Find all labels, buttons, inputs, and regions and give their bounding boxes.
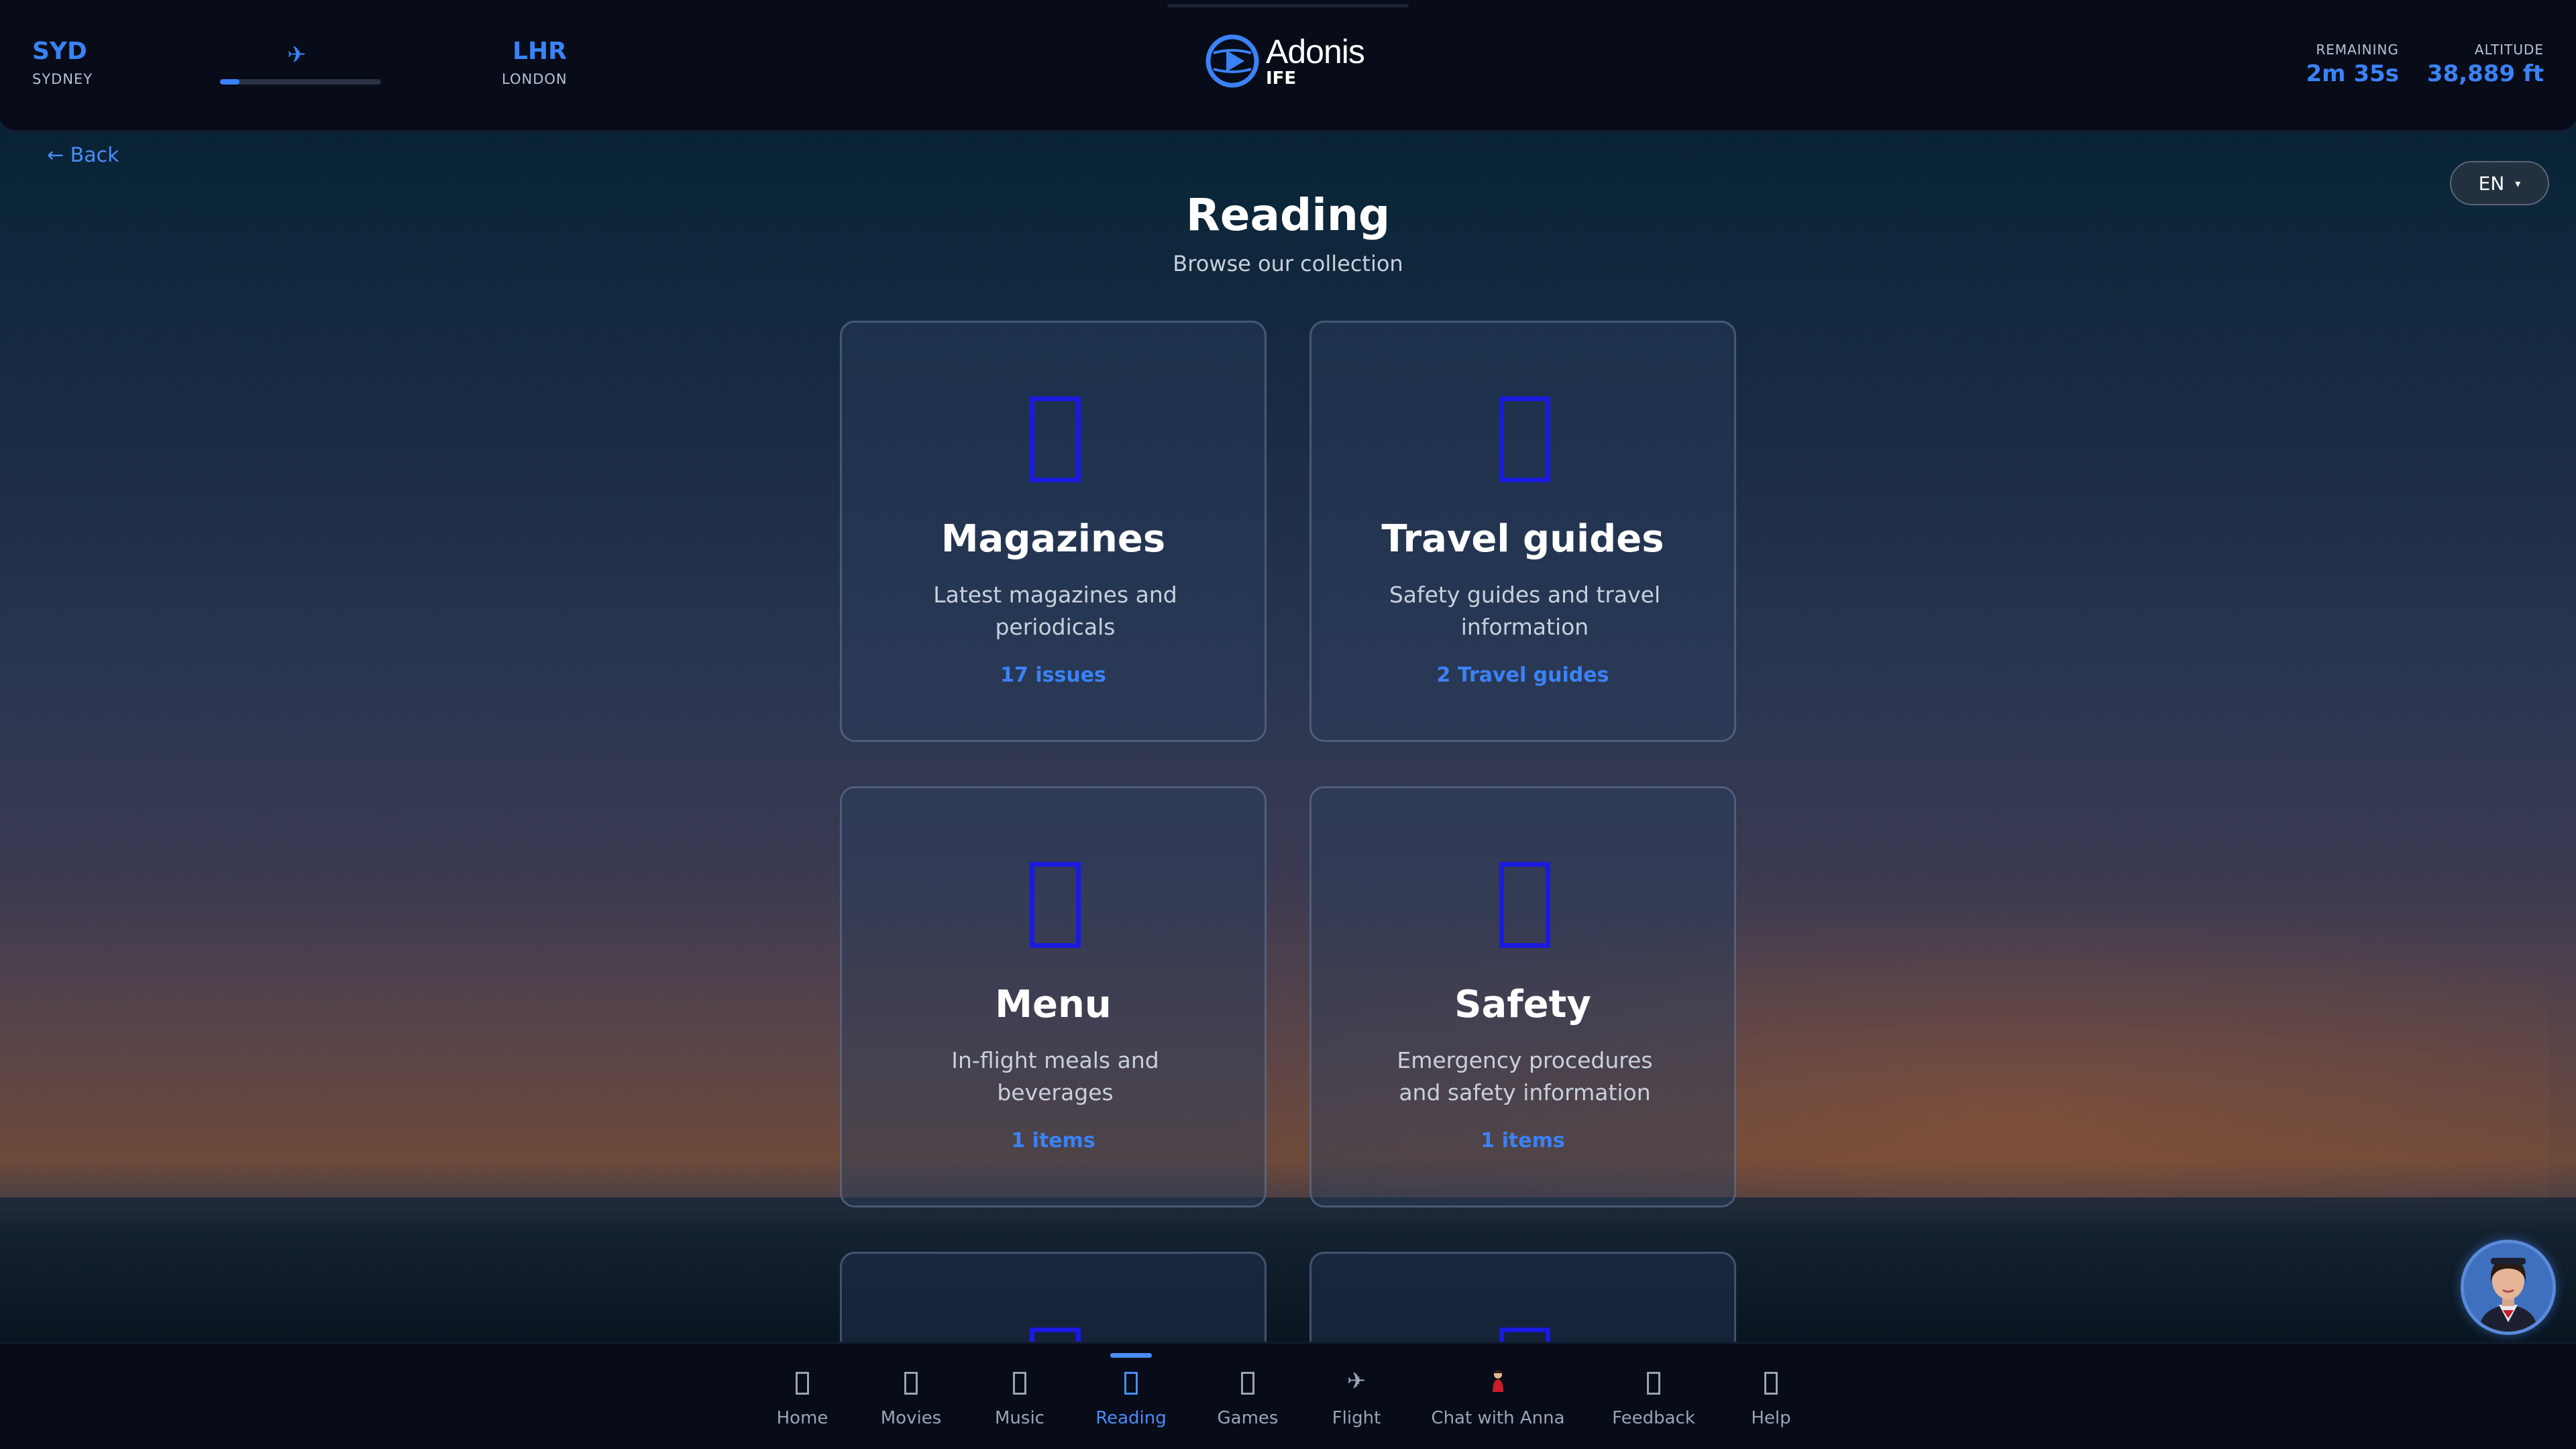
bottom-navigation: Home Movies Music Reading Games ✈ Flight…	[0, 1342, 2576, 1449]
logo-play-icon	[1205, 34, 1259, 88]
nav-label: Games	[1217, 1408, 1279, 1428]
nav-label: Chat with Anna	[1431, 1408, 1565, 1428]
travel-guide-icon	[1499, 396, 1550, 482]
card-description: Latest magazines and periodicals	[933, 582, 1177, 640]
category-card-menu[interactable]: Menu In-flight meals and beverages 1 ite…	[840, 786, 1267, 1208]
category-card-magazines[interactable]: Magazines Latest magazines and periodica…	[840, 321, 1267, 742]
chat-assistant-avatar-button[interactable]	[2461, 1240, 2556, 1335]
logo-sub: IFE	[1266, 68, 1297, 89]
remaining-value: 2m 35s	[2306, 60, 2399, 87]
card-title: Magazines	[941, 517, 1166, 561]
card-title: Safety	[1454, 983, 1591, 1026]
nav-label: Flight	[1332, 1408, 1381, 1428]
home-icon	[796, 1372, 809, 1395]
menu-icon	[1030, 862, 1081, 948]
page-subtitle: Browse our collection	[1173, 251, 1403, 276]
nav-item-flight[interactable]: ✈ Flight	[1316, 1344, 1397, 1449]
nav-label: Feedback	[1612, 1408, 1695, 1428]
feedback-icon	[1647, 1372, 1660, 1395]
safety-icon	[1499, 862, 1550, 948]
movies-icon	[904, 1372, 918, 1395]
music-icon	[1013, 1372, 1026, 1395]
nav-label: Movies	[880, 1408, 942, 1428]
games-icon	[1241, 1372, 1254, 1395]
page-title: Reading	[1185, 189, 1391, 241]
origin-code: SYD	[32, 38, 87, 65]
card-count: 2 Travel guides	[1436, 663, 1609, 687]
nav-item-help[interactable]: Help	[1731, 1344, 1811, 1449]
magazine-icon	[1030, 396, 1081, 482]
card-title: Travel guides	[1381, 517, 1664, 561]
card-title: Menu	[995, 983, 1112, 1026]
altitude-label: ALTITUDE	[2474, 42, 2544, 58]
chevron-down-icon: ▾	[2515, 176, 2521, 190]
flight-header: SYD SYDNEY ✈ LHR LONDON Adonis IFE REMAI…	[0, 0, 2576, 132]
logo-name: Adonis	[1266, 33, 1365, 70]
plane-icon: ✈	[287, 42, 307, 68]
sea-background	[0, 1197, 2576, 1345]
card-description: Emergency procedures and safety informat…	[1397, 1047, 1653, 1106]
destination-city: LONDON	[502, 71, 568, 87]
nav-item-music[interactable]: Music	[979, 1344, 1060, 1449]
anna-icon	[1493, 1371, 1503, 1392]
flight-progress-bar	[220, 79, 381, 85]
card-count: 17 issues	[1000, 663, 1106, 687]
nav-item-home[interactable]: Home	[762, 1344, 843, 1449]
nav-item-feedback[interactable]: Feedback	[1606, 1344, 1701, 1449]
reading-icon	[1124, 1372, 1138, 1395]
plane-icon: ✈	[1346, 1368, 1366, 1395]
back-button[interactable]: ← Back	[47, 144, 119, 167]
destination-code: LHR	[513, 38, 567, 65]
card-count: 1 items	[1011, 1129, 1095, 1152]
nav-label: Home	[776, 1408, 828, 1428]
category-card-travel-guides[interactable]: Travel guides Safety guides and travel i…	[1309, 321, 1736, 742]
assistant-avatar	[2464, 1243, 2553, 1332]
remaining-label: REMAINING	[2316, 42, 2399, 58]
card-count: 1 items	[1481, 1129, 1565, 1152]
nav-label: Help	[1751, 1408, 1791, 1428]
nav-label: Reading	[1095, 1408, 1167, 1428]
origin-city: SYDNEY	[32, 71, 93, 87]
adonis-logo: Adonis IFE	[1204, 31, 1365, 91]
header-notch	[1167, 4, 1409, 7]
altitude-value: 38,889 ft	[2426, 60, 2544, 87]
nav-label: Music	[995, 1408, 1044, 1428]
nav-item-chat-with-anna[interactable]: Chat with Anna	[1424, 1344, 1572, 1449]
nav-item-movies[interactable]: Movies	[869, 1344, 953, 1449]
card-description: In-flight meals and beverages	[951, 1047, 1159, 1106]
category-card-safety[interactable]: Safety Emergency procedures and safety i…	[1309, 786, 1736, 1208]
nav-item-games[interactable]: Games	[1208, 1344, 1288, 1449]
card-description: Safety guides and travel information	[1389, 582, 1661, 640]
active-tab-indicator	[1110, 1353, 1152, 1358]
flight-progress-fill	[220, 79, 239, 85]
help-icon	[1764, 1372, 1778, 1395]
nav-item-reading[interactable]: Reading	[1084, 1344, 1178, 1449]
